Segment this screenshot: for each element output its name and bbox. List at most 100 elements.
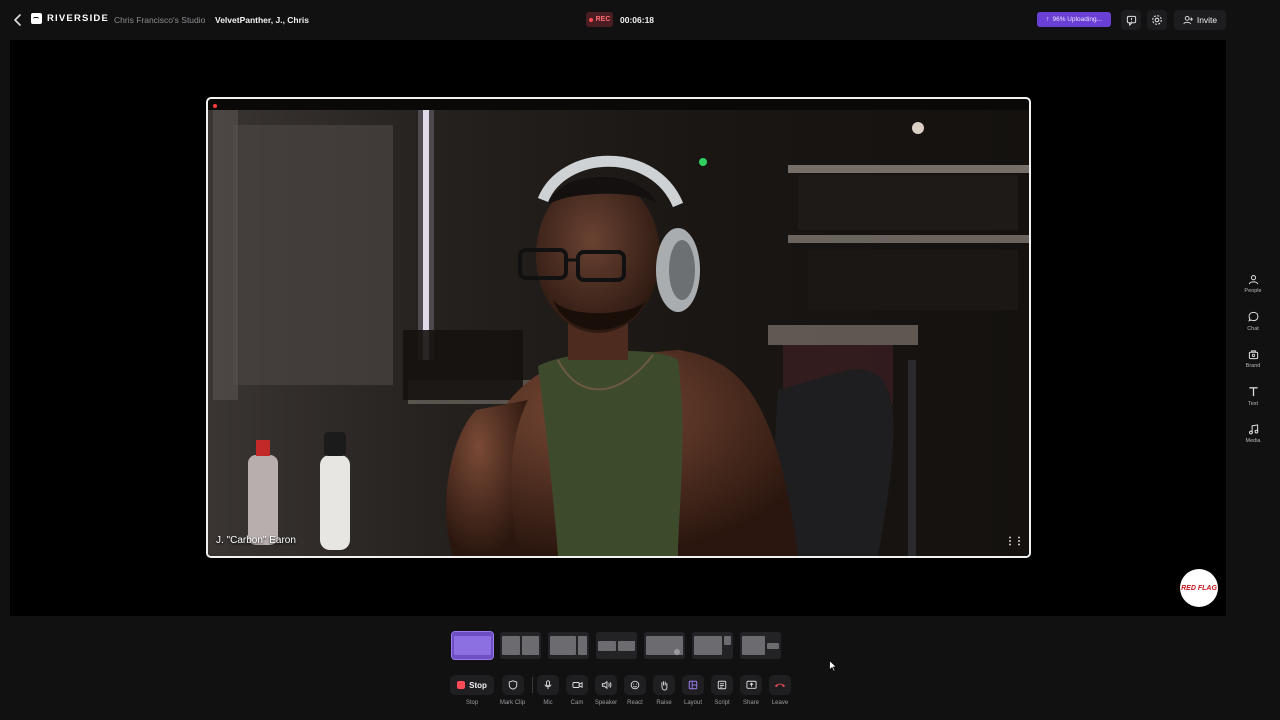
- recording-badge: REC: [586, 12, 613, 27]
- sidebar-item-label: Chat: [1247, 325, 1259, 332]
- layout-button[interactable]: [682, 675, 704, 695]
- layout-block: [767, 642, 779, 649]
- raise-hand-button[interactable]: [653, 675, 675, 695]
- emoji-add-icon: [630, 680, 640, 690]
- sidebar-item-label: Media: [1245, 438, 1261, 444]
- script-control[interactable]: Script: [711, 675, 733, 706]
- share-button[interactable]: [740, 675, 762, 695]
- studio-name[interactable]: Chris Francisco's Studio: [114, 15, 205, 25]
- stop-icon: [457, 681, 466, 689]
- layout-picker: [451, 631, 781, 660]
- sidebar-item-chat[interactable]: Chat: [1232, 310, 1274, 348]
- share-screen-icon: [745, 680, 757, 689]
- settings-button[interactable]: [1147, 10, 1167, 30]
- raise-hand-control[interactable]: Raise: [653, 675, 675, 706]
- share-control[interactable]: Share: [740, 675, 762, 706]
- sidebar-item-people[interactable]: People: [1232, 272, 1274, 310]
- bookmark-shield-icon: [508, 680, 517, 690]
- layout-grid-icon: [688, 680, 698, 690]
- layout-option-side-stack[interactable]: [740, 632, 781, 659]
- mic-button[interactable]: [537, 675, 559, 695]
- participant-name-label: J. "Carbon" Earon: [216, 535, 296, 546]
- control-label: Script: [714, 700, 730, 706]
- sidebar-item-text[interactable]: Text: [1232, 385, 1274, 423]
- back-arrow-icon[interactable]: [10, 12, 26, 28]
- add-user-icon: [1183, 15, 1193, 25]
- pip-circle: [674, 649, 680, 655]
- feedback-icon: [1126, 15, 1136, 26]
- session-name[interactable]: VelvetPanther, J., Chris: [215, 15, 309, 25]
- people-icon: [1246, 272, 1260, 286]
- riverside-logo[interactable]: RIVERSIDE: [31, 13, 109, 24]
- layout-block: [521, 636, 539, 655]
- mic-control[interactable]: Mic: [537, 675, 559, 706]
- participant-video-tile[interactable]: J. "Carbon" Earon ⋮⋮: [206, 97, 1031, 558]
- stop-button[interactable]: Stop: [450, 675, 494, 695]
- leave-button[interactable]: [769, 675, 791, 695]
- leave-control[interactable]: Leave: [769, 675, 791, 706]
- sidebar-item-label: People: [1244, 288, 1262, 294]
- upload-status-label: 96% Uploading...: [1052, 16, 1102, 23]
- layout-option-main-side[interactable]: [548, 632, 589, 659]
- layout-block: [742, 636, 766, 655]
- cam-button[interactable]: [566, 675, 588, 695]
- brand-name: RIVERSIDE: [47, 13, 110, 24]
- mouse-cursor-icon: [829, 660, 837, 672]
- control-label: Leave: [771, 700, 789, 706]
- layout-option-solo[interactable]: [451, 631, 494, 660]
- react-button[interactable]: [624, 675, 646, 695]
- top-bar: RIVERSIDE Chris Francisco's Studio Velve…: [0, 0, 1280, 40]
- control-label: Speaker: [594, 700, 618, 706]
- feedback-button[interactable]: [1121, 10, 1141, 30]
- right-sidebar: People Chat Brand Text Media: [1232, 272, 1274, 460]
- layout-block: [694, 636, 722, 655]
- sidebar-item-media[interactable]: Media: [1232, 422, 1274, 460]
- camera-icon: [571, 682, 583, 688]
- react-control[interactable]: React: [624, 675, 646, 706]
- layout-block: [598, 640, 616, 651]
- upload-arrow-icon: ↑: [1045, 16, 1050, 23]
- control-label: Mark Clip: [499, 700, 526, 706]
- recording-label: REC: [595, 16, 611, 23]
- recording-stage: J. "Carbon" Earon ⋮⋮ RED FLAG: [10, 40, 1226, 616]
- recording-dot-icon: [588, 17, 593, 22]
- brand-icon: [1246, 347, 1260, 361]
- control-label: Share: [742, 700, 759, 706]
- brand-logo-badge[interactable]: RED FLAG: [1180, 569, 1218, 607]
- music-note-icon: [1246, 422, 1260, 436]
- layout-block: [578, 636, 587, 655]
- chat-icon: [1246, 310, 1260, 324]
- participant-video: [208, 110, 1029, 556]
- layout-block: [550, 636, 577, 655]
- layout-option-corner[interactable]: [692, 632, 733, 659]
- layout-block: [502, 636, 520, 655]
- stop-button-label: Stop: [469, 680, 487, 690]
- recording-indicator-icon: [213, 104, 217, 108]
- hang-up-icon: [774, 683, 786, 688]
- control-label: Raise: [656, 700, 672, 706]
- upload-status-badge[interactable]: ↑ 96% Uploading...: [1037, 12, 1111, 27]
- text-icon: [1246, 385, 1260, 399]
- layout-option-split[interactable]: [500, 632, 541, 659]
- invite-button[interactable]: Invite: [1174, 10, 1226, 30]
- speaker-button[interactable]: [595, 675, 617, 695]
- mark-clip-button[interactable]: [501, 675, 524, 695]
- script-button[interactable]: [711, 675, 733, 695]
- layout-option-strip[interactable]: [596, 632, 637, 659]
- sidebar-item-brand[interactable]: Brand: [1232, 347, 1274, 385]
- control-bar: Stop Stop Mark Clip Mic Cam Speaker Reac…: [450, 675, 791, 706]
- more-options-icon[interactable]: ⋮⋮: [1005, 536, 1024, 547]
- layout-control[interactable]: Layout: [682, 675, 704, 706]
- cam-control[interactable]: Cam: [566, 675, 588, 706]
- recording-timer: 00:06:18: [620, 15, 655, 25]
- control-label: Cam: [570, 700, 584, 706]
- layout-block: [724, 636, 731, 645]
- stop-recording-control[interactable]: Stop Stop: [450, 675, 494, 706]
- layout-block: [454, 636, 491, 655]
- speaker-icon: [601, 680, 611, 690]
- speaker-control[interactable]: Speaker: [595, 675, 617, 706]
- layout-option-pip[interactable]: [644, 632, 685, 659]
- control-label: Mic: [543, 700, 553, 706]
- mark-clip-control[interactable]: Mark Clip: [497, 675, 528, 706]
- control-label: Stop: [465, 700, 479, 706]
